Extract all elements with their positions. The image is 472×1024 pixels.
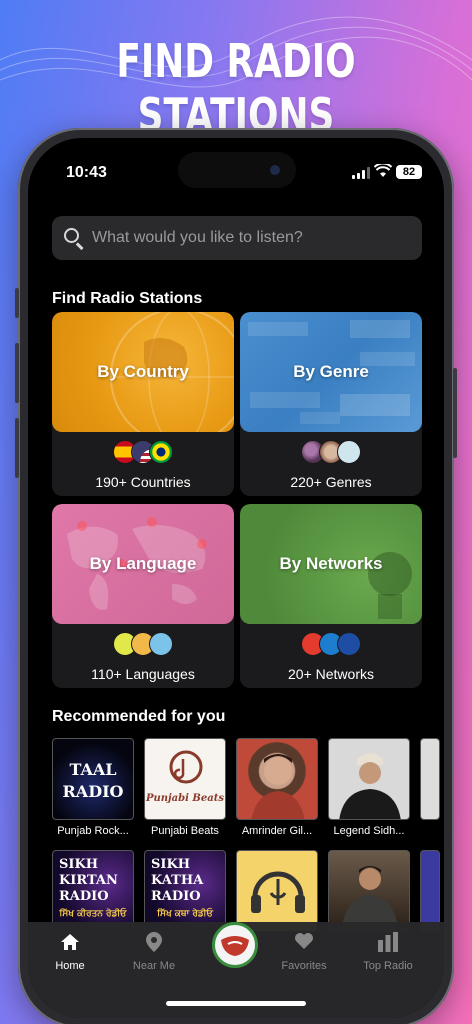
network-logo-icon [337,632,361,656]
station-thumb: TAAL RADIO [52,738,134,820]
station-label: Punjab Rock... [57,825,129,837]
card-count: 220+ Genres [290,474,372,490]
card-label: By Networks [279,554,383,573]
home-indicator [166,1001,306,1006]
battery-icon: 82 [396,165,422,179]
card-by-genre[interactable]: By Genre 220+ Genres [240,312,422,496]
phone-frame: 10:43 82 Find Radio Stations [15,128,457,1024]
station-thumb: SIKH KIRTAN RADIO ਸਿੱਖ ਕੀਰਤਨ ਰੇਡੀਓ [52,850,134,932]
artist-photo [339,753,401,819]
country-flags [52,440,234,464]
thumb-subtext: ਸਿੱਖ ਕੀਰਤਨ ਰੇਡੀਓ [59,909,127,919]
station-label: Amrinder Gil... [241,825,313,837]
thumb-text: SIKH KATHA RADIO [151,857,204,904]
recommended-row: TAAL RADIO Punjab Rock... Punjabi Beats … [52,738,440,837]
card-by-language[interactable]: By Language 110+ Languages [52,504,234,688]
center-logo-button[interactable] [212,922,258,968]
brazil-flag-icon [149,440,173,464]
card-banner: By Genre [240,312,422,432]
recommended-item[interactable] [236,850,318,932]
volume-down-button [15,418,19,478]
app-screen: 10:43 82 Find Radio Stations [28,138,444,1018]
card-label: By Country [97,362,189,381]
station-thumb [236,850,318,932]
station-thumb [420,850,440,932]
card-label: By Genre [293,362,369,381]
thumb-subtext: ਸਿੱਖ ਕਥਾ ਰੇਡੀਓ [157,909,213,919]
network-icons [240,632,422,656]
card-by-networks[interactable]: By Networks 20+ Networks [240,504,422,688]
genre-thumb-icon [337,440,361,464]
language-thumb-icon [149,632,173,656]
bar-chart-icon [348,932,428,954]
search-icon [52,216,92,260]
recommended-row: SIKH KIRTAN RADIO ਸਿੱਖ ਕੀਰਤਨ ਰੇਡੀਓ SIKH … [52,850,440,932]
station-thumb [420,738,440,820]
genre-icons [240,440,422,464]
tab-label: Favorites [281,960,327,972]
power-button [453,368,457,458]
station-thumb [328,850,410,932]
recommended-item[interactable]: Legend Sidh... [328,738,410,837]
recommended-item[interactable]: Amrinder Gil... [236,738,318,837]
app-logo-icon [221,936,249,956]
artist-photo [251,754,305,819]
bottom-tab-bar: Home Near Me Favorites Top Radio [28,922,444,1018]
signal-icon [352,167,370,179]
recommended-item-partial[interactable] [420,738,440,837]
home-icon [30,932,110,954]
headphones-khanda-icon [251,871,305,913]
card-label: By Language [89,554,197,573]
recommended-title: Recommended for you [52,708,226,725]
recommended-item-partial[interactable] [420,850,440,932]
station-thumb [236,738,318,820]
language-icons [52,632,234,656]
thumb-text: Punjabi Beats [146,793,224,804]
card-banner: By Language [52,504,234,624]
wifi-icon [373,162,393,182]
recommended-item[interactable]: Punjabi Beats Punjabi Beats [144,738,226,837]
artist-photo [341,866,399,931]
card-count: 110+ Languages [91,666,195,682]
location-pin-icon [114,932,194,954]
station-thumb [328,738,410,820]
tab-top-radio[interactable]: Top Radio [348,932,428,972]
thumb-text: SIKH KIRTAN RADIO [59,857,118,904]
recommended-item[interactable]: SIKH KATHA RADIO ਸਿੱਖ ਕਥਾ ਰੇਡੀਓ [144,850,226,932]
card-banner: By Country [52,312,234,432]
music-note-icon [169,750,203,784]
tab-favorites[interactable]: Favorites [264,932,344,972]
station-thumb: Punjabi Beats [144,738,226,820]
card-count: 20+ Networks [288,666,374,682]
volume-up-button [15,343,19,403]
search-bar[interactable] [52,216,422,260]
status-time: 10:43 [66,164,107,181]
tab-label: Home [55,960,85,972]
thumb-text: TAAL RADIO [62,760,124,801]
find-stations-title: Find Radio Stations [52,290,203,307]
station-label: Legend Sidh... [333,825,405,837]
recommended-item[interactable]: TAAL RADIO Punjab Rock... [52,738,134,837]
recommended-item[interactable]: SIKH KIRTAN RADIO ਸਿੱਖ ਕੀਰਤਨ ਰੇਡੀਓ [52,850,134,932]
station-label: Punjabi Beats [151,825,219,837]
tab-label: Top Radio [363,960,413,972]
card-banner: By Networks [240,504,422,624]
tab-near-me[interactable]: Near Me [114,932,194,972]
tab-label: Near Me [132,960,176,972]
search-input[interactable] [92,229,402,247]
dynamic-island [178,152,296,188]
heart-icon [264,932,344,954]
mute-switch [15,288,19,318]
station-thumb: SIKH KATHA RADIO ਸਿੱਖ ਕਥਾ ਰੇਡੀਓ [144,850,226,932]
camera-icon [270,165,280,175]
promo-title: FIND RADIO STATIONS [116,34,356,142]
card-count: 190+ Countries [95,474,191,490]
tab-home[interactable]: Home [30,932,110,972]
recommended-item[interactable] [328,850,410,932]
card-by-country[interactable]: By Country 190+ Countries [52,312,234,496]
